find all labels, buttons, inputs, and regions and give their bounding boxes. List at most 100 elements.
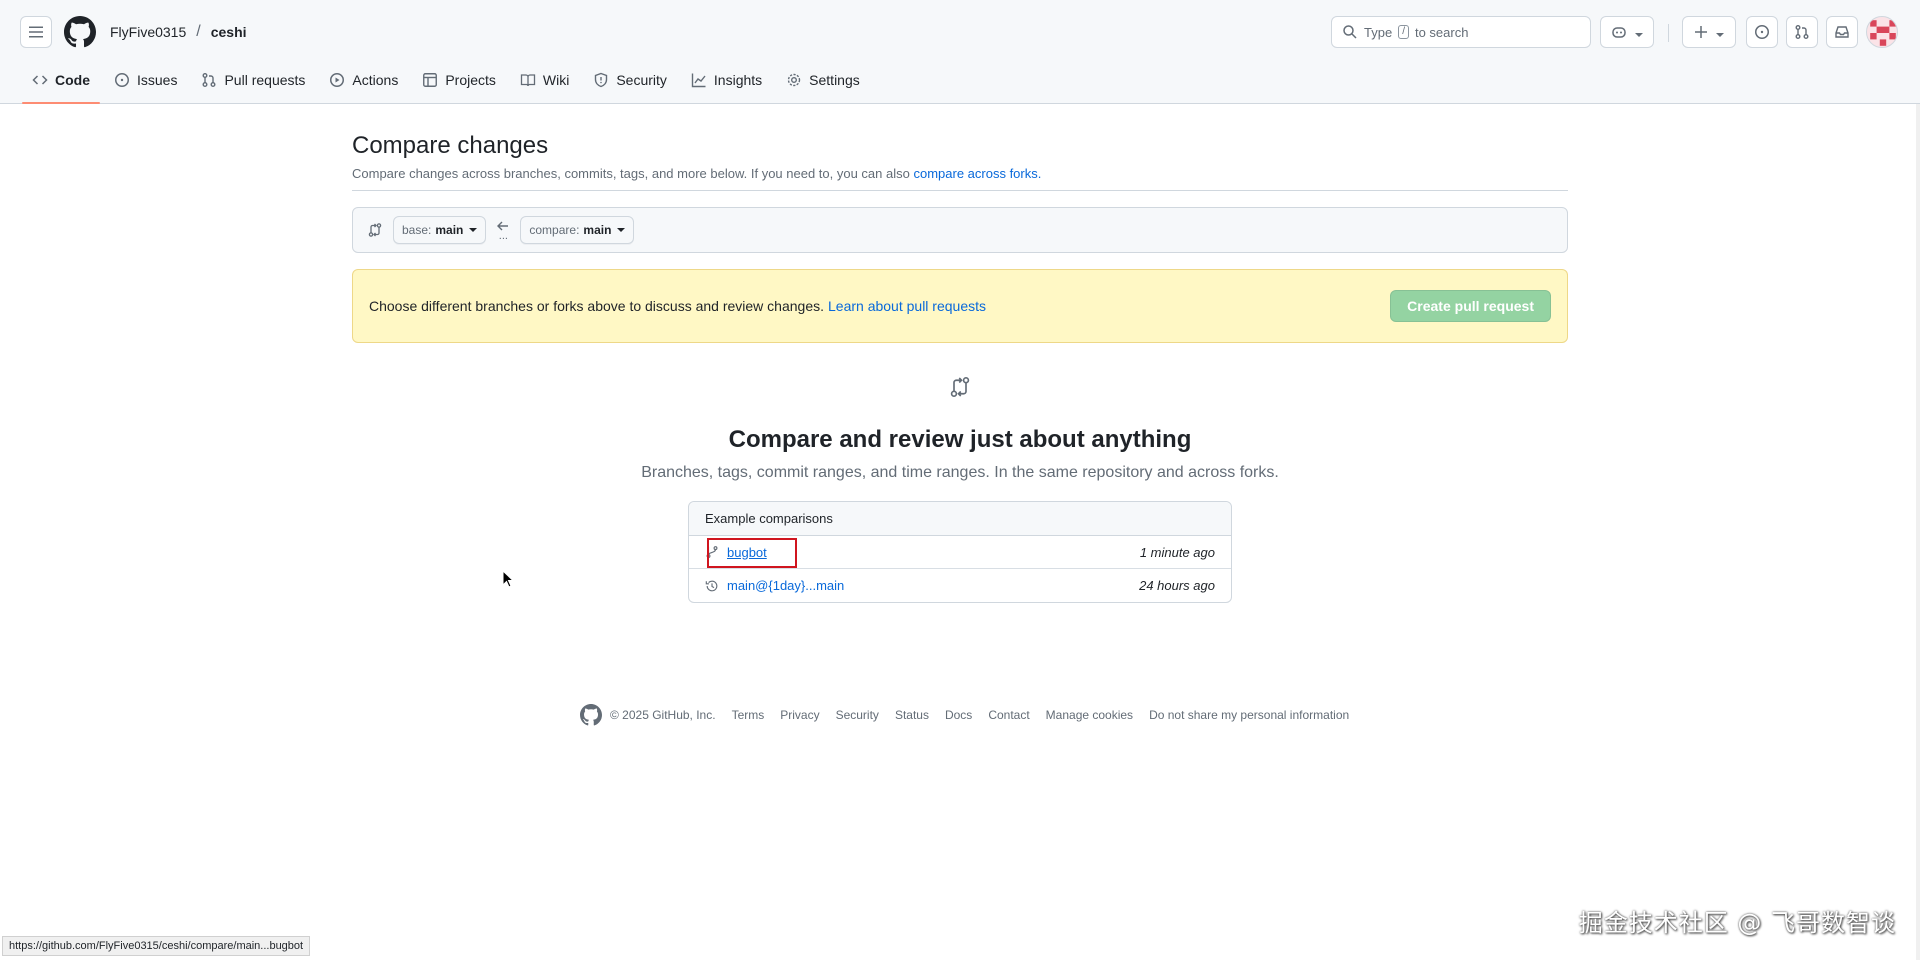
- pull-request-icon: [1795, 25, 1809, 39]
- tab-projects[interactable]: Projects: [412, 62, 506, 98]
- list-item[interactable]: main@{1day}...main 24 hours ago: [689, 569, 1231, 602]
- footer-copyright: © 2025 GitHub, Inc.: [580, 704, 716, 726]
- footer-link-privacy[interactable]: Privacy: [780, 708, 819, 722]
- tab-label: Wiki: [542, 72, 570, 88]
- page-title: Compare changes: [352, 132, 549, 159]
- copilot-button[interactable]: [1600, 16, 1654, 48]
- base-branch-name: main: [435, 223, 464, 237]
- create-pull-request-button[interactable]: Create pull request: [1390, 290, 1551, 322]
- chevron-down-icon: [469, 228, 478, 232]
- tab-pull-requests[interactable]: Pull requests: [191, 62, 315, 98]
- chevron-down-icon: [1714, 24, 1724, 40]
- footer-link-manage-cookies[interactable]: Manage cookies: [1046, 708, 1133, 722]
- watermark: 掘金技术社区 @ 飞哥数智谈: [1578, 909, 1896, 937]
- scrollbar[interactable]: [1916, 104, 1920, 960]
- tab-actions[interactable]: Actions: [319, 62, 408, 98]
- tab-label: Settings: [809, 72, 860, 88]
- tab-label: Actions: [352, 72, 399, 88]
- hamburger-icon: [29, 26, 43, 38]
- flash-text: Choose different branches or forks above…: [369, 298, 824, 314]
- issues-button[interactable]: [1746, 16, 1778, 48]
- tab-label: Projects: [445, 72, 496, 88]
- gear-icon: [787, 73, 801, 87]
- base-label: base:: [402, 223, 432, 237]
- footer: © 2025 GitHub, Inc. Terms Privacy Securi…: [580, 704, 1349, 726]
- footer-link-status[interactable]: Status: [895, 708, 929, 722]
- range-arrow: ...: [496, 220, 510, 242]
- search-placeholder-prefix: Type: [1364, 24, 1393, 40]
- repo-header: FlyFive0315 / ceshi Type / to search Cod…: [0, 0, 1920, 104]
- example-link-main-1day[interactable]: main@{1day}...main: [727, 578, 844, 593]
- issue-icon: [1755, 25, 1769, 39]
- search-placeholder-suffix: to search: [1414, 24, 1469, 40]
- tab-label: Security: [616, 72, 667, 88]
- book-icon: [520, 74, 536, 87]
- issue-icon: [115, 73, 129, 87]
- search-shortcut-key: /: [1398, 25, 1409, 39]
- tab-wiki[interactable]: Wiki: [510, 62, 579, 98]
- example-time: 24 hours ago: [1139, 578, 1215, 593]
- mouse-cursor-icon: [502, 570, 514, 588]
- code-icon: [32, 75, 48, 85]
- blankslate: Compare and review just about anything B…: [352, 375, 1568, 482]
- tab-insights[interactable]: Insights: [681, 62, 772, 98]
- search-icon: [1343, 25, 1357, 39]
- tab-label: Insights: [713, 72, 763, 88]
- identicon-icon: [1870, 20, 1896, 46]
- tab-issues[interactable]: Issues: [104, 62, 187, 98]
- tab-code[interactable]: Code: [22, 62, 100, 104]
- github-logo-icon[interactable]: [64, 16, 96, 48]
- footer-link-docs[interactable]: Docs: [945, 708, 972, 722]
- range-dots: ...: [498, 230, 508, 242]
- link-status-bar: https://github.com/FlyFive0315/ceshi/com…: [2, 936, 311, 956]
- copyright-text: © 2025 GitHub, Inc.: [610, 708, 716, 722]
- pull-request-icon: [202, 73, 216, 87]
- repo-link[interactable]: ceshi: [211, 24, 247, 40]
- play-icon: [330, 73, 345, 87]
- create-new-button[interactable]: [1682, 16, 1736, 48]
- list-item[interactable]: bugbot 1 minute ago: [689, 536, 1231, 569]
- pull-requests-button[interactable]: [1786, 16, 1818, 48]
- footer-link-do-not-share[interactable]: Do not share my personal information: [1149, 708, 1349, 722]
- chevron-down-icon: [1633, 24, 1643, 40]
- github-logo-icon: [580, 704, 602, 726]
- inbox-button[interactable]: [1826, 16, 1858, 48]
- menu-button[interactable]: [20, 16, 52, 48]
- page-subtitle: Compare changes across branches, commits…: [352, 166, 1568, 191]
- highlight-box: [707, 538, 797, 568]
- base-branch-select[interactable]: base: main: [393, 216, 487, 244]
- tab-label: Issues: [137, 72, 178, 88]
- shield-icon: [595, 72, 608, 88]
- footer-link-security[interactable]: Security: [836, 708, 879, 722]
- compare-icon: [368, 223, 382, 237]
- compare-branch-name: main: [583, 223, 612, 237]
- tab-security[interactable]: Security: [583, 62, 677, 98]
- compare-branch-select[interactable]: compare: main: [520, 216, 635, 244]
- flash-warning: Choose different branches or forks above…: [352, 269, 1568, 343]
- owner-link[interactable]: FlyFive0315: [110, 24, 186, 40]
- blankslate-heading: Compare and review just about anything: [728, 426, 1192, 453]
- repo-tabs: Code Issues Pull requests Actions Projec…: [22, 62, 870, 104]
- compare-icon: [950, 377, 970, 397]
- plus-icon: [1695, 26, 1707, 38]
- history-icon: [705, 580, 718, 591]
- compare-across-forks-link[interactable]: compare across forks.: [913, 166, 1041, 181]
- footer-link-contact[interactable]: Contact: [988, 708, 1029, 722]
- example-comparisons-header: Example comparisons: [689, 502, 1231, 536]
- example-comparisons: Example comparisons bugbot 1 minute ago …: [688, 501, 1232, 603]
- graph-icon: [691, 73, 706, 88]
- copilot-icon: [1612, 27, 1626, 38]
- search-input[interactable]: Type / to search: [1331, 16, 1591, 48]
- learn-about-pull-requests-link[interactable]: Learn about pull requests: [828, 298, 986, 314]
- compare-main: Compare changes Compare changes across b…: [352, 132, 1568, 482]
- breadcrumb: FlyFive0315 / ceshi: [110, 23, 247, 41]
- range-editor: base: main ... compare: main: [352, 207, 1568, 253]
- avatar[interactable]: [1866, 16, 1898, 48]
- breadcrumb-separator: /: [196, 23, 201, 40]
- tab-settings[interactable]: Settings: [776, 62, 870, 98]
- inbox-icon: [1835, 26, 1849, 38]
- footer-link-terms[interactable]: Terms: [732, 708, 765, 722]
- chevron-down-icon: [617, 228, 626, 232]
- tab-label: Code: [55, 72, 90, 88]
- subtitle-text: Compare changes across branches, commits…: [352, 166, 910, 181]
